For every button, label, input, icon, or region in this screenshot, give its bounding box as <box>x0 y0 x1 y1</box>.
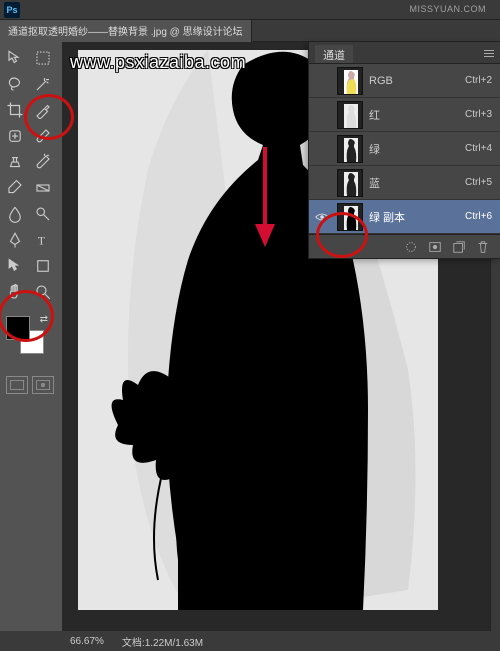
document-tab[interactable]: 通道抠取透明婚纱——替换背景 .jpg @ 思缘设计论坛 <box>0 20 252 42</box>
document-title: 通道抠取透明婚纱——替换背景 .jpg @ 思缘设计论坛 <box>8 23 243 38</box>
tool-palette: T ⇄ <box>0 42 60 631</box>
blur-tool[interactable] <box>2 202 28 226</box>
channel-row-red[interactable]: 红 Ctrl+3 <box>309 98 500 132</box>
zoom-tool[interactable] <box>30 280 56 304</box>
panel-menu-button[interactable] <box>482 46 496 60</box>
channel-name: 红 <box>369 107 465 123</box>
dodge-tool[interactable] <box>30 202 56 226</box>
channels-panel: 通道 RGB Ctrl+2 红 Ctrl+3 绿 Ctrl+4 蓝 Ctrl+5 <box>308 42 500 259</box>
channel-shortcut: Ctrl+6 <box>465 211 500 222</box>
magic-wand-tool[interactable] <box>30 72 56 96</box>
channels-panel-footer <box>309 234 500 258</box>
path-selection-tool[interactable] <box>2 254 28 278</box>
zoom-level[interactable]: 66.67% <box>70 636 104 647</box>
new-channel-icon[interactable] <box>452 240 466 254</box>
channel-row-rgb[interactable]: RGB Ctrl+2 <box>309 64 500 98</box>
delete-channel-icon[interactable] <box>476 240 490 254</box>
channel-shortcut: Ctrl+3 <box>465 109 500 120</box>
lasso-tool[interactable] <box>2 72 28 96</box>
hand-tool[interactable] <box>2 280 28 304</box>
channel-name: RGB <box>369 75 465 87</box>
eye-icon <box>315 212 329 222</box>
healing-brush-tool[interactable] <box>2 124 28 148</box>
svg-text:T: T <box>38 234 46 248</box>
marquee-tool[interactable] <box>30 46 56 70</box>
channel-row-green-copy[interactable]: 绿 副本 Ctrl+6 <box>309 200 500 234</box>
channel-thumbnail <box>337 67 363 95</box>
channel-thumbnail <box>337 101 363 129</box>
standard-mode-button[interactable] <box>6 376 28 394</box>
swap-colors-icon[interactable]: ⇄ <box>40 314 48 325</box>
channel-shortcut: Ctrl+2 <box>465 75 500 86</box>
channel-name: 绿 <box>369 141 465 157</box>
channel-shortcut: Ctrl+4 <box>465 143 500 154</box>
brush-tool[interactable] <box>30 124 56 148</box>
load-selection-icon[interactable] <box>404 240 418 254</box>
channel-shortcut: Ctrl+5 <box>465 177 500 188</box>
panel-tab-bar: 通道 <box>309 42 500 64</box>
document-tab-row: 通道抠取透明婚纱——替换背景 .jpg @ 思缘设计论坛 <box>0 20 500 42</box>
quick-mask-button[interactable] <box>32 376 54 394</box>
foreground-color-swatch[interactable] <box>6 316 30 340</box>
quick-mask-row <box>2 376 58 394</box>
eraser-tool[interactable] <box>2 176 28 200</box>
channel-thumbnail <box>337 135 363 163</box>
status-bar: 66.67% 文档:1.22M/1.63M <box>0 631 500 651</box>
corner-watermark: MISSYUAN.COM <box>409 4 486 14</box>
channel-row-blue[interactable]: 蓝 Ctrl+5 <box>309 166 500 200</box>
channel-thumbnail <box>337 169 363 197</box>
history-brush-tool[interactable] <box>30 150 56 174</box>
clone-stamp-tool[interactable] <box>2 150 28 174</box>
channel-row-green[interactable]: 绿 Ctrl+4 <box>309 132 500 166</box>
gradient-tool[interactable] <box>30 176 56 200</box>
ps-logo-icon: Ps <box>4 2 20 18</box>
shape-tool[interactable] <box>30 254 56 278</box>
pen-tool[interactable] <box>2 228 28 252</box>
visibility-toggle[interactable] <box>309 212 335 222</box>
tab-channels[interactable]: 通道 <box>315 45 353 63</box>
document-info: 文档:1.22M/1.63M <box>122 634 203 649</box>
channel-name: 绿 副本 <box>369 209 465 225</box>
channel-thumbnail <box>337 203 363 231</box>
eyedropper-tool[interactable] <box>30 98 56 122</box>
crop-tool[interactable] <box>2 98 28 122</box>
save-selection-icon[interactable] <box>428 240 442 254</box>
type-tool[interactable]: T <box>30 228 56 252</box>
color-swatches[interactable]: ⇄ <box>2 312 52 354</box>
move-tool[interactable] <box>2 46 28 70</box>
channel-name: 蓝 <box>369 175 465 191</box>
